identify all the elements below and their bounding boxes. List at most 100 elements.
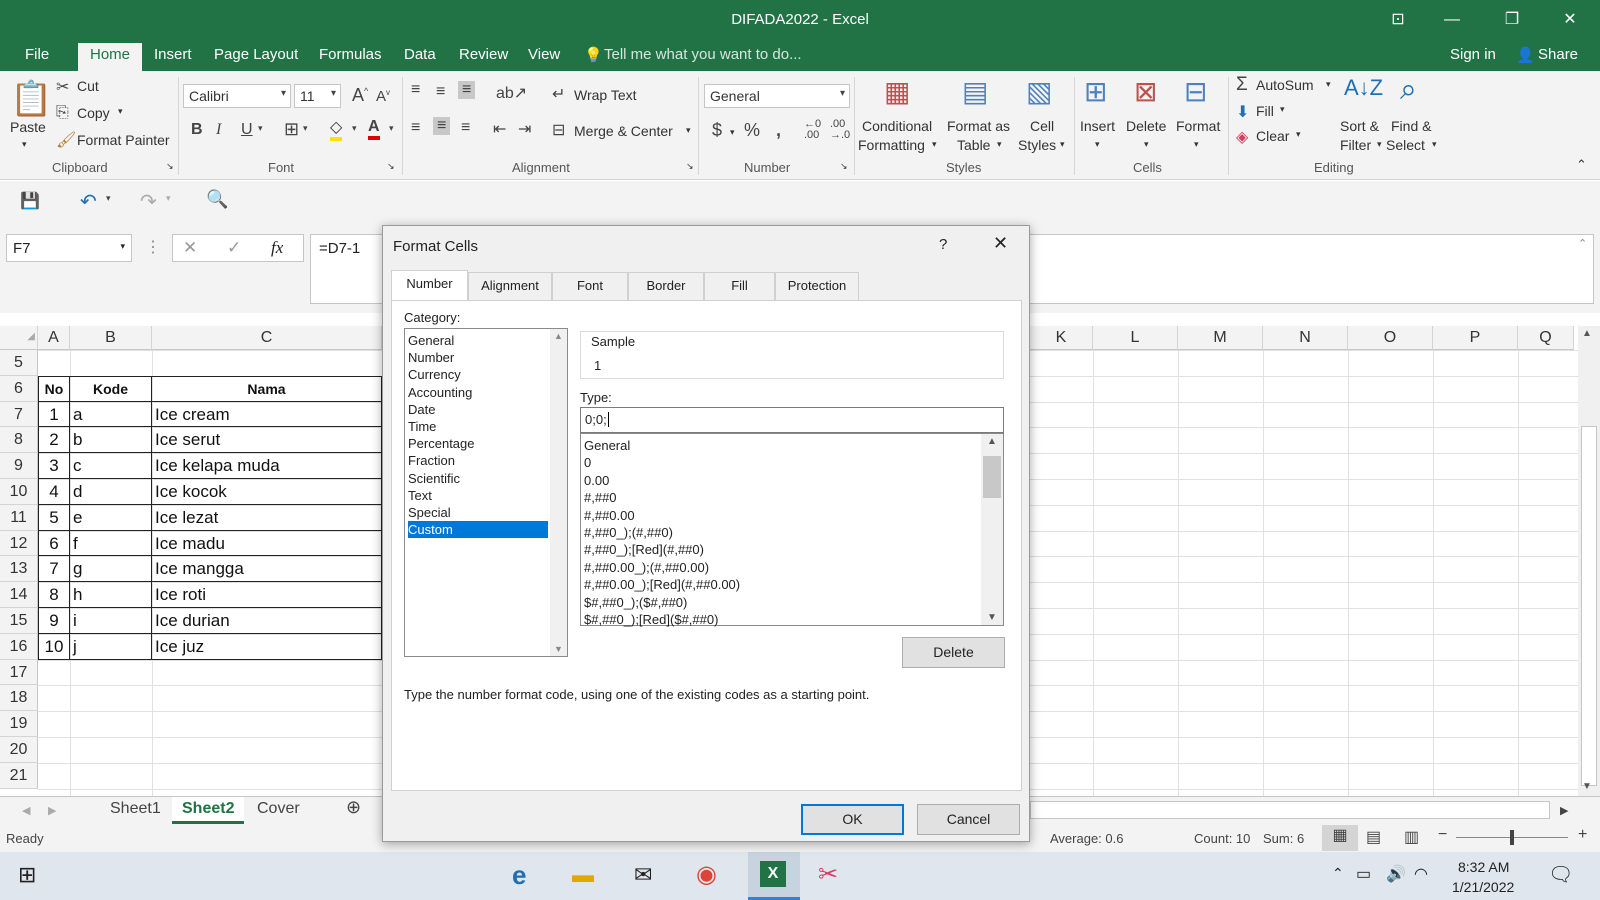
table-cell-kode[interactable]: h [70,582,152,608]
chevron-down-icon[interactable]: ▾ [303,123,308,134]
row-header[interactable]: 17 [0,659,38,686]
wrap-text-button[interactable]: Wrap Text [574,87,637,103]
table-cell-kode[interactable]: a [70,401,152,428]
chevron-down-icon[interactable]: ▾ [730,127,735,138]
row-header[interactable]: 11 [0,504,38,531]
format-code-item[interactable]: #,##0_);[Red](#,##0) [584,541,704,558]
format-cells-icon[interactable]: ⊟ [1184,75,1207,108]
table-cell-kode[interactable]: e [70,504,152,531]
table-cell-no[interactable]: 8 [38,582,70,608]
undo-icon[interactable]: ↶ [80,189,97,214]
scroll-right-icon[interactable]: ▶ [1560,804,1568,817]
row-header[interactable]: 13 [0,556,38,583]
restore-button[interactable]: ❐ [1492,6,1532,34]
more-options-icon[interactable]: ⋮ [145,237,161,257]
find-select-label2[interactable]: Select [1386,137,1425,153]
percent-icon[interactable]: % [744,120,760,141]
table-cell-nama[interactable]: Ice roti [152,582,382,608]
format-painter-button[interactable]: Format Painter [77,132,170,148]
mail-icon[interactable]: ✉ [634,862,652,888]
insert-cells-icon[interactable]: ⊞ [1084,75,1107,108]
font-size-select[interactable]: 11 ▾ [294,84,341,108]
autosum-button[interactable]: AutoSum [1256,77,1314,93]
format-code-item[interactable]: #,##0.00_);[Red](#,##0.00) [584,576,740,593]
scroll-down-icon[interactable]: ▼ [987,612,997,623]
comma-style-icon[interactable]: , [776,120,781,141]
format-code-item[interactable]: #,##0.00_);(#,##0.00) [584,559,709,576]
excel-taskbar-button[interactable]: X [748,852,800,900]
sheet-tab-cover[interactable]: Cover [257,800,300,818]
table-cell-nama[interactable]: Ice durian [152,608,382,634]
clear-button[interactable]: Clear [1256,128,1289,144]
category-item[interactable]: Date [408,401,548,418]
chevron-down-icon[interactable]: ▾ [258,123,263,134]
dialog-launcher-icon[interactable]: ↘ [686,161,694,172]
cancel-button[interactable]: Cancel [917,804,1020,835]
row-header[interactable]: 8 [0,427,38,454]
align-right-icon[interactable]: ≡ [461,119,470,137]
format-as-table-label1[interactable]: Format as [947,118,1010,134]
close-button[interactable]: ✕ [1550,6,1590,34]
increase-decimal-icon[interactable]: ←0.00 [804,119,821,141]
chevron-down-icon[interactable]: ▾ [997,139,1002,150]
align-top-icon[interactable]: ≡ [411,81,420,99]
table-cell-no[interactable]: 9 [38,608,70,634]
table-cell-kode[interactable]: c [70,453,152,479]
minimize-button[interactable]: — [1432,6,1472,34]
format-as-table-icon[interactable]: ▤ [962,75,988,108]
category-scrollbar[interactable]: ▲ ▼ [550,329,567,656]
table-cell-no[interactable]: 6 [38,530,70,557]
chevron-down-icon[interactable]: ▾ [932,139,937,150]
table-cell-nama[interactable]: Ice mangga [152,556,382,583]
prev-sheet-icon[interactable]: ◀ [22,804,30,817]
scroll-up-icon[interactable]: ▲ [554,331,563,341]
align-bottom-icon[interactable]: ≡ [458,81,476,99]
dialog-launcher-icon[interactable]: ↘ [166,161,174,172]
column-header-k[interactable]: K [1030,326,1093,350]
dialog-tab-border[interactable]: Border [628,272,704,300]
number-format-select[interactable]: General ▾ [704,84,850,108]
sort-filter-label1[interactable]: Sort & [1340,118,1379,134]
format-code-item[interactable]: #,##0_);(#,##0) [584,524,673,541]
table-cell-nama[interactable]: Ice madu [152,530,382,557]
scroll-down-icon[interactable]: ▼ [554,644,563,654]
table-cell-kode[interactable]: i [70,608,152,634]
print-preview-icon[interactable]: 🔍 [206,189,228,210]
table-cell-no[interactable]: 5 [38,504,70,531]
chevron-down-icon[interactable]: ▾ [1194,139,1199,150]
table-cell-nama[interactable]: Ice kelapa muda [152,453,382,479]
format-code-item[interactable]: $#,##0_);($#,##0) [584,594,687,611]
sheet-tab-sheet1[interactable]: Sheet1 [110,800,161,818]
chevron-down-icon[interactable]: ▾ [389,123,394,134]
table-cell-kode[interactable]: f [70,530,152,557]
conditional-formatting-label2[interactable]: Formatting [858,137,925,153]
chevron-down-icon[interactable]: ▾ [1060,139,1065,150]
table-cell-no[interactable]: 7 [38,556,70,583]
scroll-down-icon[interactable]: ▼ [1582,781,1592,792]
column-header-o[interactable]: O [1348,326,1433,350]
delete-format-button[interactable]: Delete [902,637,1005,668]
sign-in-link[interactable]: Sign in [1450,46,1496,63]
category-item[interactable]: Fraction [408,452,548,469]
row-header[interactable]: 5 [0,350,38,376]
chevron-down-icon[interactable]: ▾ [1296,129,1301,140]
row-header[interactable]: 21 [0,762,38,789]
battery-icon[interactable]: ▭ [1356,864,1371,884]
dialog-close-icon[interactable]: ✕ [993,233,1008,254]
zoom-in-icon[interactable]: + [1578,826,1587,844]
font-name-select[interactable]: Calibri ▾ [183,84,291,108]
cut-button[interactable]: Cut [77,78,99,94]
show-hidden-icons[interactable]: ⌃ [1332,865,1344,882]
chevron-down-icon[interactable]: ▾ [22,139,27,150]
category-item[interactable]: Currency [408,366,548,383]
italic-icon[interactable]: I [216,121,221,139]
format-code-list[interactable]: General 0 0.00 #,##0 #,##0.00 #,##0_);(#,##0)… [580,433,1004,627]
ok-button[interactable]: OK [801,804,904,835]
sort-filter-label2[interactable]: Filter [1340,137,1371,153]
normal-view-icon[interactable]: ▦ [1322,825,1358,851]
format-list-scrollbar[interactable]: ▲ ▼ [981,434,1003,625]
category-item[interactable]: Number [408,349,548,366]
find-select-label1[interactable]: Find & [1391,118,1431,134]
category-item[interactable]: Time [408,418,548,435]
wifi-icon[interactable]: ◠ [1414,864,1428,884]
